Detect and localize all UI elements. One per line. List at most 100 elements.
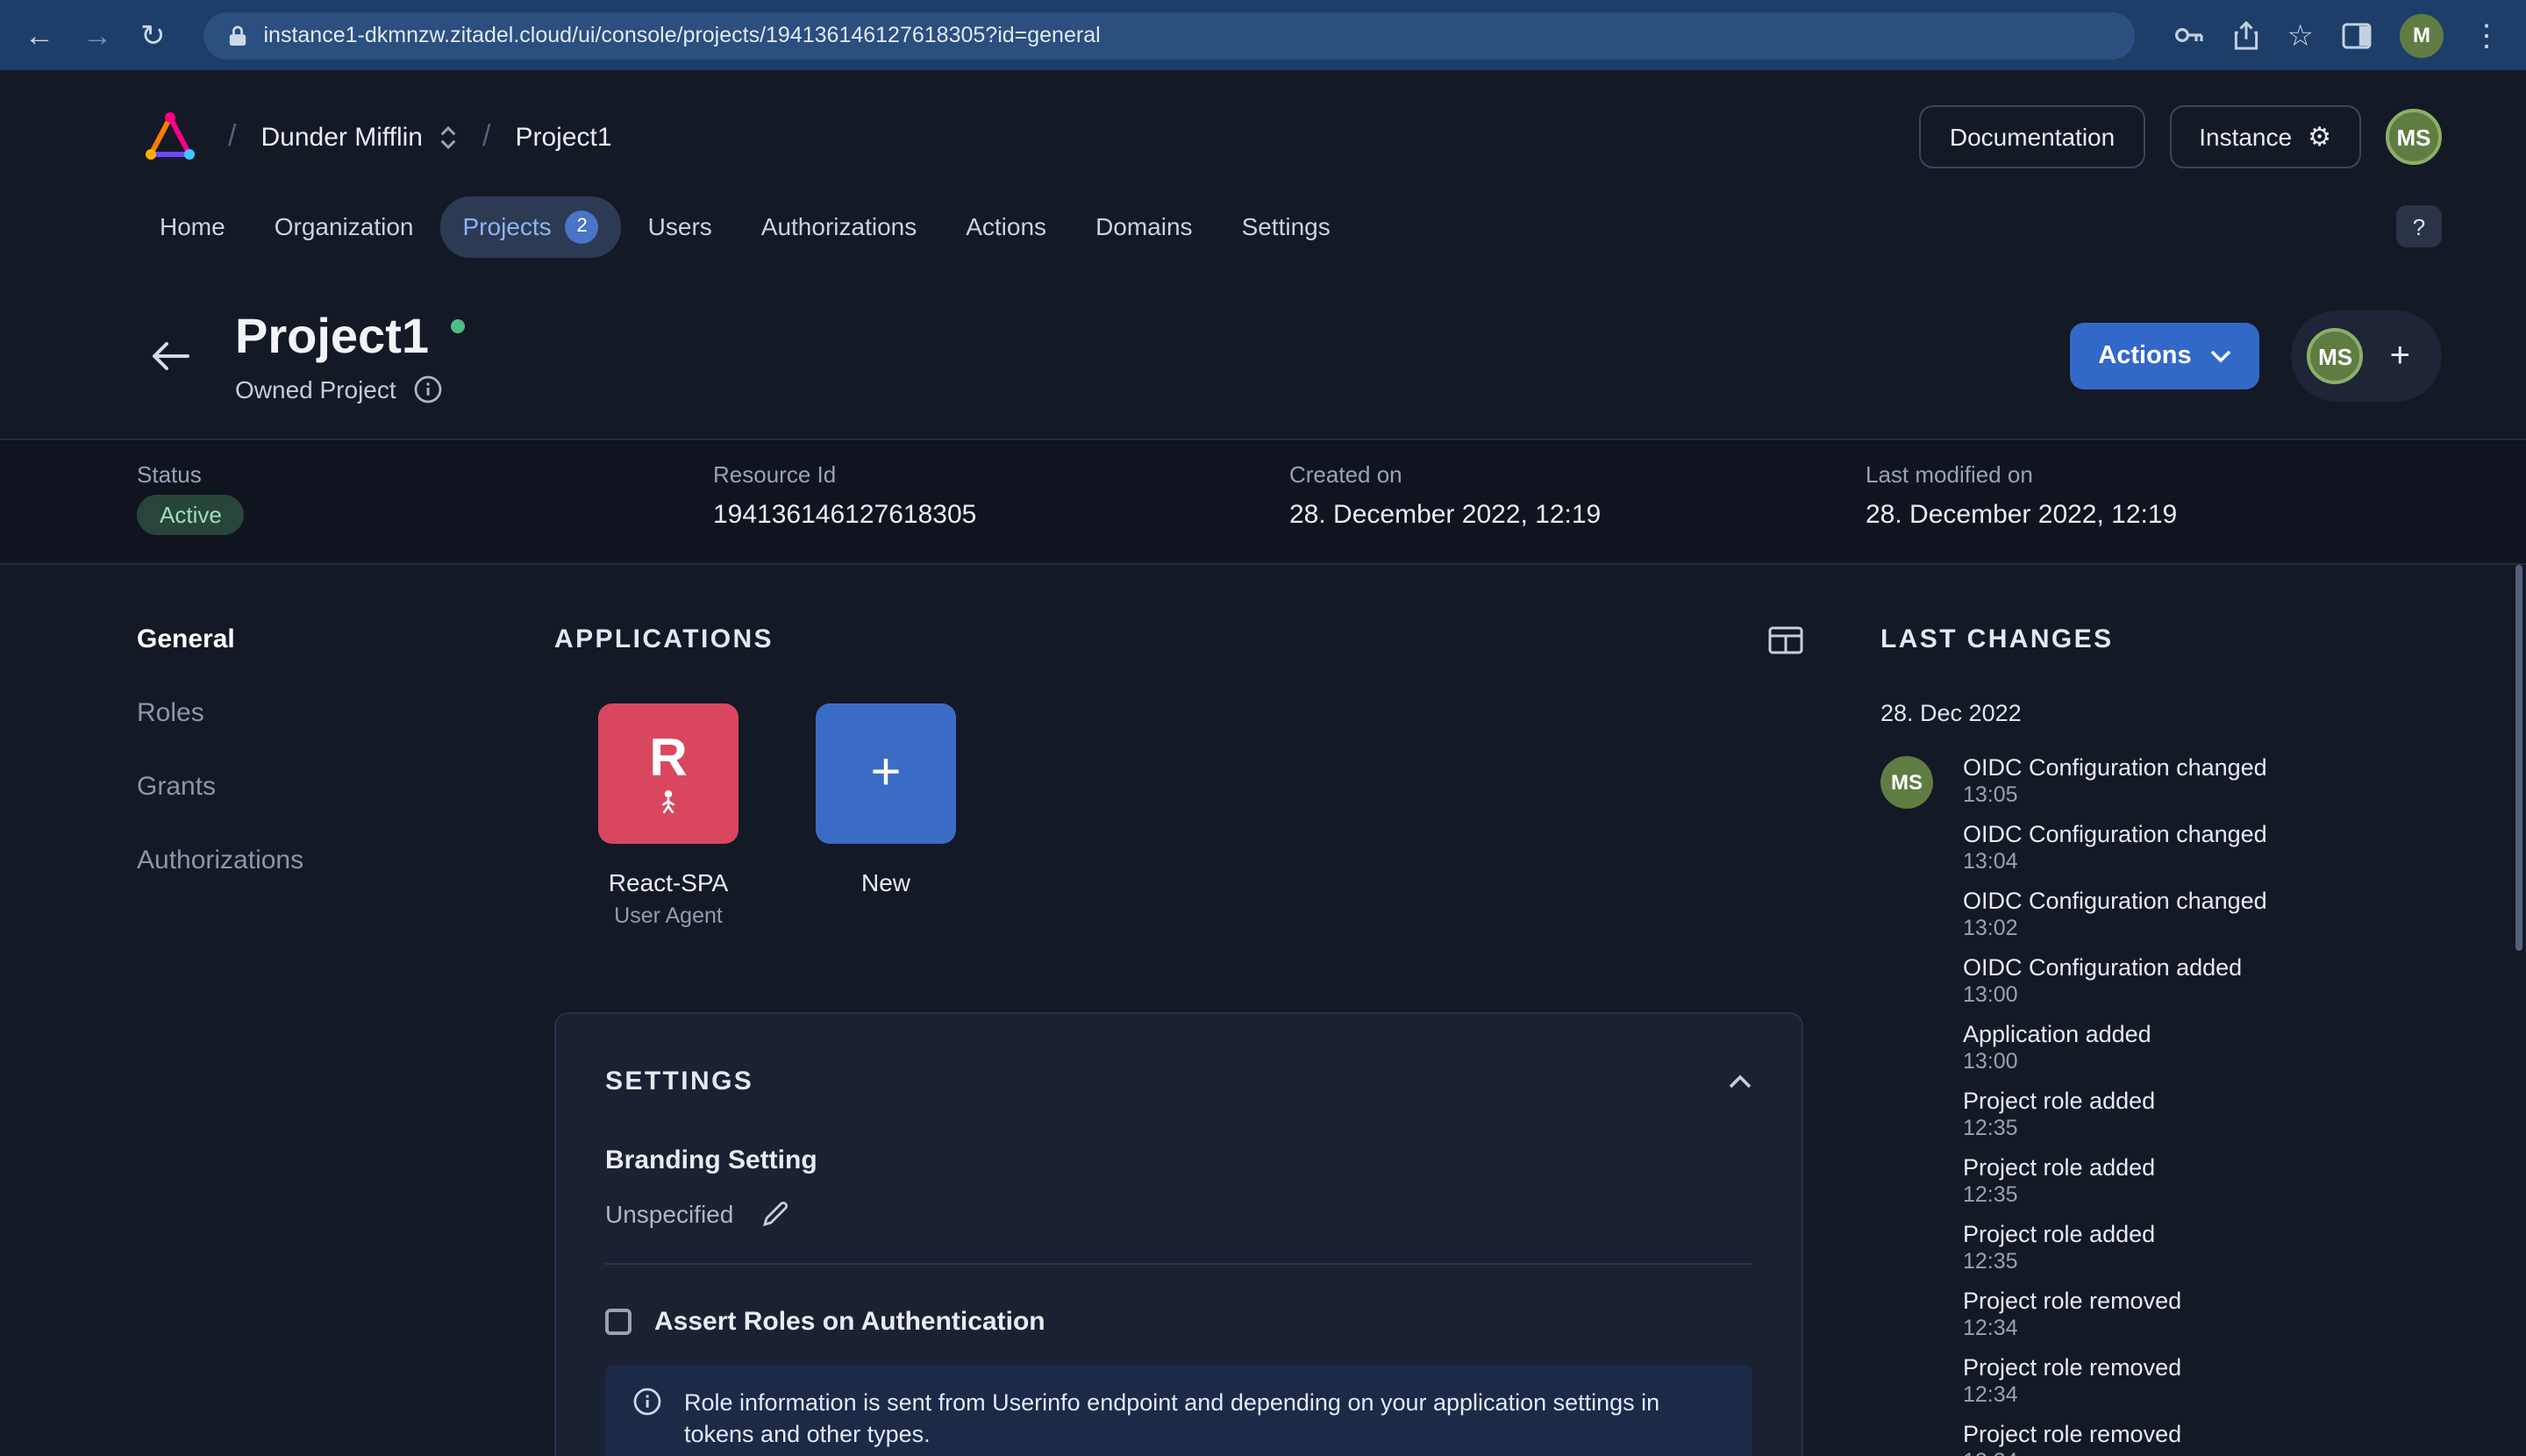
page-header: Project1 Owned Project Actions MS + xyxy=(0,267,2526,439)
browser-back-icon[interactable]: ← xyxy=(25,20,54,50)
user-avatar[interactable]: MS xyxy=(2386,109,2442,165)
change-item: OIDC Configuration added 13:00 xyxy=(1880,954,2319,1010)
change-text: OIDC Configuration changed xyxy=(1963,754,2267,781)
help-button[interactable]: ? xyxy=(2396,205,2442,247)
change-time: 13:04 xyxy=(1963,849,2018,874)
projects-count-badge: 2 xyxy=(565,210,599,243)
change-time: 13:05 xyxy=(1963,782,2018,807)
sidebar-item-grants[interactable]: Grants xyxy=(137,772,554,802)
change-time: 12:35 xyxy=(1963,1116,2018,1140)
scrollbar-thumb[interactable] xyxy=(2515,565,2522,951)
app-tile: R xyxy=(598,703,739,844)
sidebar-item-roles[interactable]: Roles xyxy=(137,698,554,728)
share-icon[interactable] xyxy=(2233,20,2259,50)
change-time: 12:35 xyxy=(1963,1249,2018,1274)
screen: ← → ↻ instance1-dkmnzw.zitadel.cloud/ui/… xyxy=(0,0,2526,1456)
main-column: APPLICATIONS R React-SPA User Agent + Ne… xyxy=(554,625,1803,1456)
new-app-label: New xyxy=(860,868,910,896)
change-text: Project role added xyxy=(1963,1154,2156,1181)
meta-created-on: Created on 28. December 2022, 12:19 xyxy=(1289,461,1866,535)
collapse-chevron-up-icon[interactable] xyxy=(1728,1074,1752,1089)
address-bar[interactable]: instance1-dkmnzw.zitadel.cloud/ui/consol… xyxy=(203,11,2135,59)
bookmark-star-icon[interactable]: ☆ xyxy=(2287,20,2315,50)
add-member-icon[interactable]: + xyxy=(2390,336,2410,376)
key-icon[interactable] xyxy=(2173,26,2205,44)
chevron-down-icon xyxy=(2211,349,2232,363)
change-text: Project role added xyxy=(1963,1088,2156,1114)
change-text: OIDC Configuration added xyxy=(1963,954,2243,981)
browser-reload-icon[interactable]: ↻ xyxy=(140,20,166,50)
plus-icon: + xyxy=(870,744,902,802)
new-app-card[interactable]: + New xyxy=(810,703,961,928)
app-initial: R xyxy=(649,730,688,788)
browser-menu-icon[interactable]: ⋮ xyxy=(2472,20,2501,50)
instance-button-label: Instance xyxy=(2199,123,2293,151)
breadcrumb-separator: / xyxy=(482,119,491,153)
org-switcher[interactable]: Dunder Mifflin xyxy=(260,122,458,152)
app-name: React-SPA xyxy=(608,868,729,896)
tab-home[interactable]: Home xyxy=(137,198,248,254)
tab-organization[interactable]: Organization xyxy=(252,198,437,254)
sidebar-item-authorizations[interactable]: Authorizations xyxy=(137,846,554,875)
project-members-group[interactable]: MS + xyxy=(2291,310,2442,402)
meta-label: Status xyxy=(137,461,202,488)
browser-profile-avatar[interactable]: M xyxy=(2400,13,2444,57)
breadcrumb-separator: / xyxy=(228,119,237,153)
assert-roles-checkbox[interactable] xyxy=(605,1309,632,1335)
page-title: Project1 xyxy=(235,309,429,363)
sidebar-item-general[interactable]: General xyxy=(137,625,554,654)
instance-button[interactable]: Instance ⚙ xyxy=(2169,105,2361,168)
tab-users[interactable]: Users xyxy=(625,198,735,254)
app-header: / Dunder Mifflin / Project1 Documentatio… xyxy=(0,70,2526,267)
member-avatar: MS xyxy=(2307,328,2364,384)
change-item: Project role added 12:35 xyxy=(1880,1088,2319,1144)
change-text: OIDC Configuration changed xyxy=(1963,888,2267,914)
change-text: Project role added xyxy=(1963,1221,2156,1247)
changes-date: 28. Dec 2022 xyxy=(1880,700,2022,726)
meta-last-modified: Last modified on 28. December 2022, 12:1… xyxy=(1866,461,2442,535)
tab-domains[interactable]: Domains xyxy=(1073,198,1216,254)
back-button[interactable] xyxy=(151,340,189,372)
documentation-button[interactable]: Documentation xyxy=(1919,105,2145,168)
change-time: 12:34 xyxy=(1963,1449,2319,1456)
assert-roles-info-box: Role information is sent from Userinfo e… xyxy=(605,1365,1752,1456)
branding-setting-value: Unspecified xyxy=(605,1200,734,1228)
change-author-avatar: MS xyxy=(1880,756,1933,809)
breadcrumb: / Dunder Mifflin / Project1 Documentatio… xyxy=(137,88,2442,186)
title-block: Project1 Owned Project xyxy=(235,309,464,403)
side-panel-icon[interactable] xyxy=(2342,22,2372,48)
tab-actions[interactable]: Actions xyxy=(943,198,1069,254)
info-icon[interactable] xyxy=(414,375,442,403)
change-item: OIDC Configuration changed 13:02 xyxy=(1880,888,2319,944)
org-name: Dunder Mifflin xyxy=(260,122,423,152)
change-item: Project role removed 12:34 xyxy=(1880,1288,2319,1344)
change-time: 12:34 xyxy=(1963,1316,2018,1340)
app-card-react-spa[interactable]: R React-SPA User Agent xyxy=(593,703,744,928)
tab-authorizations[interactable]: Authorizations xyxy=(739,198,939,254)
breadcrumb-project[interactable]: Project1 xyxy=(515,122,611,152)
page-subtitle: Owned Project xyxy=(235,375,396,403)
change-item: Project role removed 12:34 xyxy=(1880,1354,2319,1410)
meta-label: Last modified on xyxy=(1866,461,2033,488)
tab-projects[interactable]: Projects 2 xyxy=(439,196,622,257)
tab-projects-label: Projects xyxy=(462,212,552,240)
meta-value: 28. December 2022, 12:19 xyxy=(1289,500,1602,530)
last-changes-panel: LAST CHANGES 28. Dec 2022 MS OIDC Config… xyxy=(1880,625,2319,1456)
table-view-icon[interactable] xyxy=(1768,625,1803,653)
change-item: OIDC Configuration changed 13:04 xyxy=(1880,821,2319,877)
active-state-dot xyxy=(450,319,464,333)
tab-settings[interactable]: Settings xyxy=(1219,198,1353,254)
edit-pencil-icon[interactable] xyxy=(761,1200,789,1228)
assert-roles-label: Assert Roles on Authentication xyxy=(654,1307,1045,1337)
change-text: Project role removed xyxy=(1963,1288,2182,1314)
change-item: Application added 13:00 xyxy=(1880,1021,2319,1077)
change-text: OIDC Configuration changed xyxy=(1963,821,2267,847)
zitadel-logo[interactable] xyxy=(137,107,203,167)
changes-list: MS OIDC Configuration changed 13:05 OIDC… xyxy=(1880,754,2319,1456)
browser-forward-icon[interactable]: → xyxy=(82,20,112,50)
assert-roles-row: Assert Roles on Authentication xyxy=(605,1307,1752,1337)
meta-status: Status Active xyxy=(137,461,713,535)
unfold-more-icon xyxy=(439,124,458,150)
actions-button[interactable]: Actions xyxy=(2070,323,2260,389)
meta-value: 194136146127618305 xyxy=(713,500,977,530)
